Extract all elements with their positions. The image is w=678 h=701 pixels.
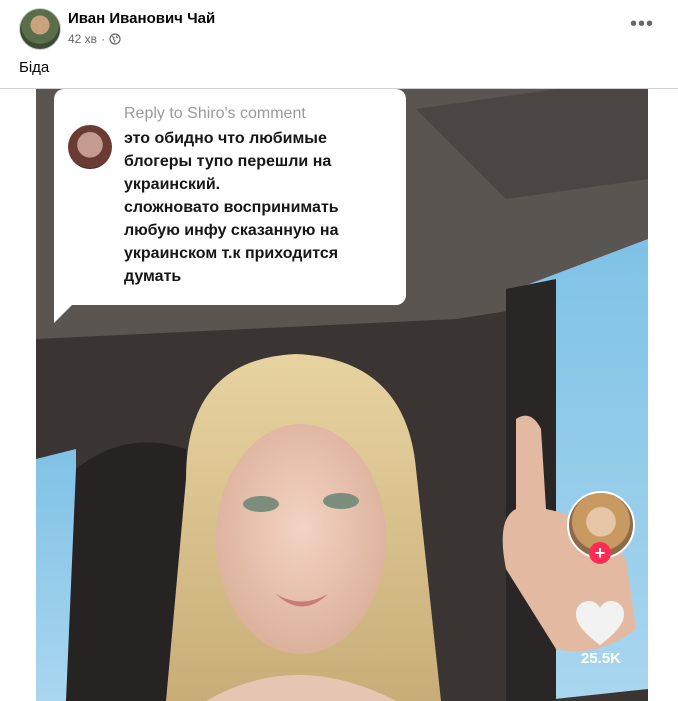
reply-line: украинском т.к приходится (124, 245, 339, 262)
reply-text: это обидно что любимые блогеры тупо пере… (124, 127, 404, 288)
reply-line: сложновато воспринимать (124, 199, 339, 216)
post-meta: 42 хв · (68, 32, 121, 46)
globe-icon (109, 33, 121, 45)
reply-title: Reply to Shiro's comment (124, 105, 306, 122)
more-options-icon[interactable]: ••• (628, 13, 656, 35)
reply-line: думать (124, 268, 182, 285)
like-count: 25.5K (580, 650, 622, 667)
reply-line: это обидно что любимые (124, 130, 327, 147)
reply-line: любую инфу сказанную на (124, 222, 339, 239)
author-avatar[interactable] (19, 8, 61, 50)
reply-line: блогеры тупо перешли на (124, 153, 332, 170)
meta-separator: · (101, 32, 106, 46)
bubble-tail (54, 289, 88, 323)
follow-plus-icon: + (589, 542, 611, 564)
post-text: Біда (19, 59, 50, 76)
commenter-avatar (68, 125, 112, 169)
post-image[interactable]: Reply to Shiro's comment это обидно что … (36, 89, 648, 701)
author-name[interactable]: Иван Иванович Чай (68, 10, 215, 27)
post-header: Иван Иванович Чай 42 хв · ••• Біда (0, 0, 678, 90)
post-time[interactable]: 42 хв (68, 32, 97, 46)
reply-bubble: Reply to Shiro's comment это обидно что … (54, 89, 406, 305)
heart-icon (576, 601, 624, 645)
reply-line: украинский. (124, 176, 221, 193)
